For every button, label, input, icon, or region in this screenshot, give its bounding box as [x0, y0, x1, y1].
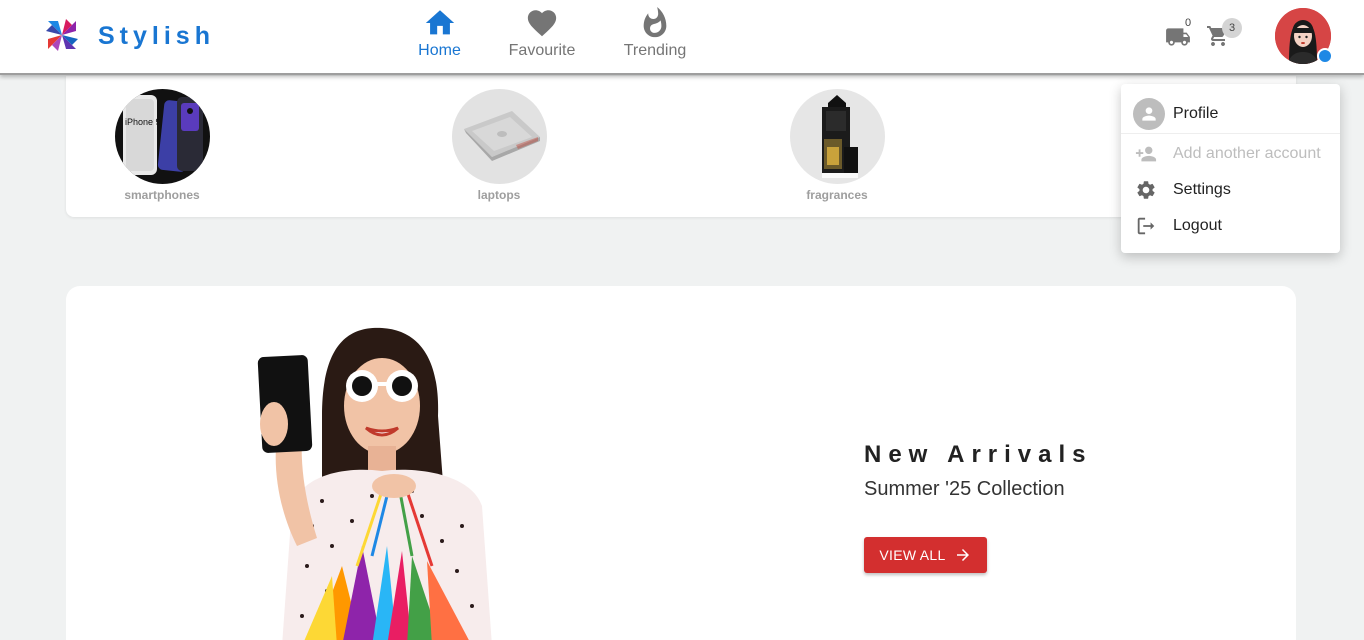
menu-item-settings[interactable]: Settings	[1121, 174, 1340, 206]
menu-item-label: Logout	[1173, 217, 1222, 234]
menu-item-profile[interactable]: Profile	[1121, 94, 1340, 134]
menu-item-label: Add another account	[1173, 145, 1321, 162]
hero-shopping-woman-image	[257, 327, 492, 640]
view-all-label: VIEW ALL	[879, 547, 946, 563]
account-menu: Profile Add another account Settings Log…	[1121, 84, 1340, 253]
nav-home-label: Home	[418, 42, 461, 59]
nav-home[interactable]: Home	[412, 6, 467, 68]
gear-icon	[1135, 179, 1157, 201]
flame-icon	[643, 6, 667, 38]
category-label: fragrances	[806, 188, 868, 202]
category-label: smartphones	[124, 188, 200, 202]
nav-favourite[interactable]: Favourite	[502, 6, 582, 68]
top-app-bar: Stylish Home Favourite Trending 0 3	[0, 0, 1364, 75]
category-smartphones[interactable]: iPhone 9 smartphones	[114, 89, 210, 202]
fragrances-image	[789, 89, 885, 184]
logout-icon	[1135, 215, 1157, 237]
logo-icon[interactable]	[44, 17, 80, 53]
hero-subtitle: Summer '25 Collection	[864, 478, 1065, 500]
nav-trending-label: Trending	[623, 42, 687, 59]
iphone-product-text: iPhone 9	[125, 117, 161, 127]
profile-icon	[1133, 97, 1165, 130]
nav-favourite-label: Favourite	[508, 42, 576, 59]
category-strip: iPhone 9 smartphones laptops fragrances	[66, 76, 1296, 217]
view-all-button[interactable]: VIEW ALL	[864, 537, 987, 573]
menu-item-logout[interactable]: Logout	[1121, 210, 1340, 242]
person-add-icon	[1135, 143, 1157, 165]
menu-item-label: Settings	[1173, 181, 1231, 198]
home-icon	[425, 10, 454, 35]
cart-count-badge: 3	[1222, 18, 1242, 38]
heart-icon	[527, 10, 557, 37]
hero-title: New Arrivals	[864, 441, 1093, 468]
category-laptops[interactable]: laptops	[451, 89, 547, 202]
orders-count-badge: 0	[1185, 17, 1192, 29]
menu-item-label: Profile	[1173, 104, 1219, 122]
nav-trending[interactable]: Trending	[618, 6, 692, 68]
category-label: laptops	[477, 188, 521, 202]
online-status-dot	[1317, 48, 1333, 64]
menu-item-add-account[interactable]: Add another account	[1121, 138, 1340, 170]
brand-name[interactable]: Stylish	[98, 22, 215, 51]
hero-banner: New Arrivals Summer '25 Collection VIEW …	[66, 286, 1296, 640]
category-fragrances[interactable]: fragrances	[789, 89, 885, 202]
arrow-right-icon	[956, 549, 969, 561]
laptops-image	[451, 89, 547, 184]
smartphones-image: iPhone 9	[114, 89, 210, 184]
